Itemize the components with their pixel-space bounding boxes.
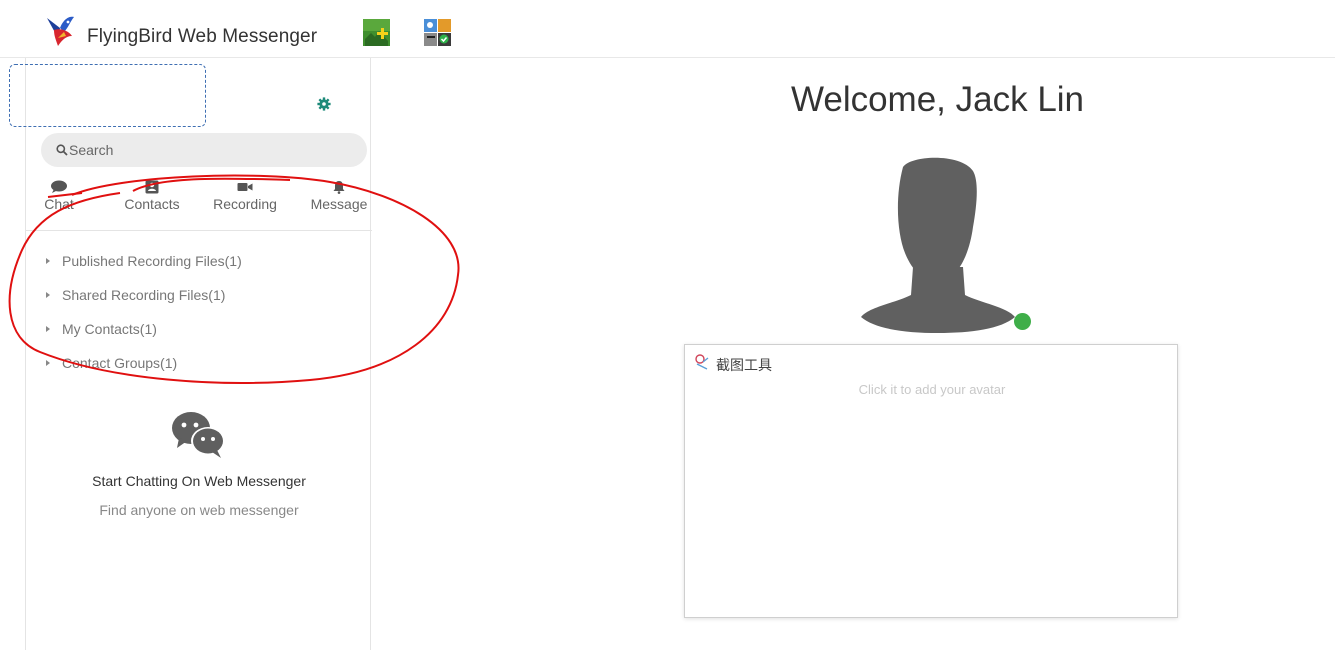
tree-item-label: Contact Groups(1)	[62, 355, 178, 371]
nav-tabs: Chat Contacts Recording Message	[26, 175, 372, 231]
screenshot-tool-icon	[695, 354, 709, 370]
top-bar: FlyingBird Web Messenger	[0, 0, 1335, 58]
contacts-tree: Published Recording Files(1) Shared Reco…	[26, 244, 372, 380]
search-icon	[56, 144, 68, 156]
tab-message[interactable]: Message	[310, 175, 368, 227]
empty-chat-state: Start Chatting On Web Messenger Find any…	[26, 410, 372, 518]
search-input[interactable]	[69, 133, 359, 167]
flying-bird-logo-icon	[47, 16, 74, 46]
chat-bubble-icon	[51, 180, 67, 193]
chat-bubbles-icon	[172, 412, 225, 458]
settings-app-icon[interactable]	[424, 19, 451, 46]
video-camera-icon	[237, 183, 253, 191]
caret-right-icon	[46, 258, 50, 264]
tree-item-label: Published Recording Files(1)	[62, 253, 242, 269]
online-status-dot	[1014, 313, 1031, 330]
tree-item-shared-recordings[interactable]: Shared Recording Files(1)	[26, 278, 372, 312]
tab-recording-label: Recording	[213, 196, 277, 212]
welcome-heading: Welcome, Jack Lin	[790, 80, 1085, 119]
user-silhouette-avatar[interactable]	[861, 157, 1015, 333]
tab-chat[interactable]: Chat	[40, 175, 78, 227]
tree-item-published-recordings[interactable]: Published Recording Files(1)	[26, 244, 372, 278]
profile-avatar-placeholder[interactable]	[9, 64, 206, 127]
tab-contacts[interactable]: Contacts	[123, 175, 181, 227]
screenshot-tool-popup[interactable]: 截图工具 Click it to add your avatar	[684, 344, 1178, 618]
bell-icon	[333, 181, 345, 194]
app-title: FlyingBird Web Messenger	[87, 26, 318, 47]
tree-item-my-contacts[interactable]: My Contacts(1)	[26, 312, 372, 346]
tab-contacts-label: Contacts	[124, 196, 180, 212]
search-box[interactable]	[41, 133, 367, 167]
add-avatar-hint[interactable]: Click it to add your avatar	[685, 382, 1179, 397]
caret-right-icon	[46, 326, 50, 332]
tree-item-label: My Contacts(1)	[62, 321, 157, 337]
tree-item-contact-groups[interactable]: Contact Groups(1)	[26, 346, 372, 380]
popup-title: 截图工具	[716, 357, 772, 373]
caret-right-icon	[46, 292, 50, 298]
tab-chat-label: Chat	[44, 196, 74, 212]
sidebar: Chat Contacts Recording Message	[9, 58, 372, 650]
add-app-icon[interactable]	[363, 19, 390, 46]
tab-message-label: Message	[310, 196, 368, 212]
tab-recording[interactable]: Recording	[212, 175, 278, 227]
gear-icon[interactable]	[317, 97, 331, 111]
empty-state-title: Start Chatting On Web Messenger	[92, 473, 306, 489]
contact-card-icon	[145, 180, 159, 194]
empty-state-subtitle: Find anyone on web messenger	[99, 502, 299, 518]
tree-item-label: Shared Recording Files(1)	[62, 287, 226, 303]
caret-right-icon	[46, 360, 50, 366]
